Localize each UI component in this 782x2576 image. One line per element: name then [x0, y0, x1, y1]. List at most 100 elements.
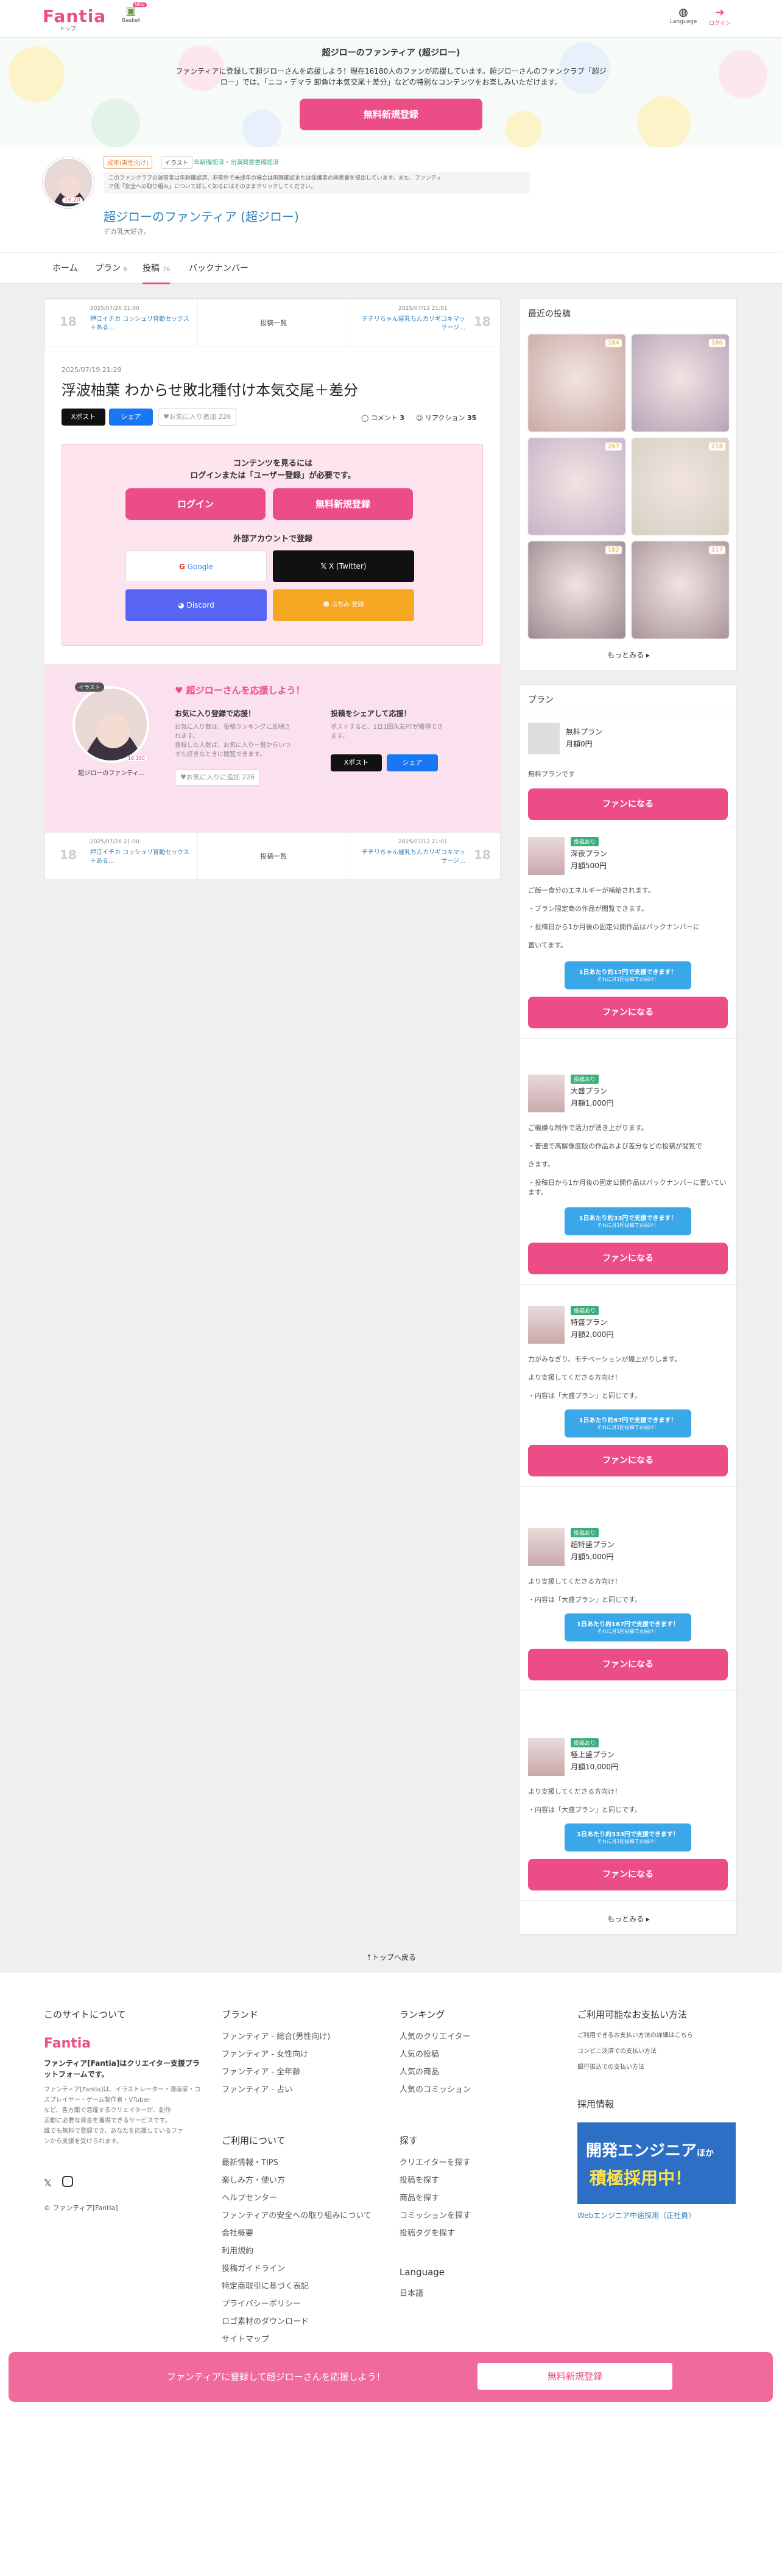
- footer-link[interactable]: コンビニ決済での支払い方法: [577, 2044, 742, 2060]
- recent-post-thumbnail[interactable]: 180: [632, 334, 729, 432]
- footer-link[interactable]: ファンティアの安全への取り組みについて: [222, 2207, 380, 2225]
- recent-more-link[interactable]: もっとみる ▸: [520, 650, 738, 660]
- footer-link[interactable]: 投稿タグを探す: [400, 2225, 558, 2242]
- support-creator-name[interactable]: 超ジローのファンティ…: [69, 768, 154, 777]
- footer-link[interactable]: クリエイターを探す: [400, 2154, 558, 2172]
- cta-register-button[interactable]: 無料新規登録: [477, 2363, 672, 2390]
- jobs-link[interactable]: Webエンジニア中途採用（正社員）: [577, 2210, 742, 2220]
- support-x-post-button[interactable]: Xポスト: [331, 754, 382, 771]
- creator-name[interactable]: 超ジローのファンティア (超ジロー): [104, 207, 299, 225]
- facebook-share-button[interactable]: シェア: [109, 409, 153, 426]
- footer-link[interactable]: 商品を探す: [400, 2189, 558, 2207]
- top-label[interactable]: トップ: [60, 24, 76, 32]
- discord-login-button[interactable]: ◕ Discord: [125, 589, 267, 621]
- footer-link[interactable]: 人気の商品: [400, 2063, 558, 2081]
- plan-description-line: ・プラン限定商の作品が閲覧できます。: [528, 905, 648, 913]
- prev-post-link[interactable]: 押江イチカ コッシュリ背動セックス＋ある…: [90, 849, 194, 866]
- plan-join-button[interactable]: ファンになる: [528, 1243, 728, 1274]
- footer-link[interactable]: サイトマップ: [222, 2331, 380, 2348]
- back-to-top-link[interactable]: ⇡トップへ戻る: [0, 1952, 782, 1962]
- recent-post-thumbnail[interactable]: 184: [528, 334, 625, 432]
- recent-title: 最近の投稿: [528, 309, 571, 319]
- tab-backnumber[interactable]: バックナンバー: [189, 253, 248, 284]
- points-badge: 184: [605, 339, 622, 347]
- footer-link[interactable]: ロゴ素材のダウンロード: [222, 2313, 380, 2331]
- plan-join-button[interactable]: ファンになる: [528, 997, 728, 1028]
- recent-post-thumbnail[interactable]: 218: [632, 438, 729, 535]
- support-facebook-share-button[interactable]: シェア: [387, 754, 438, 771]
- x-social-icon[interactable]: 𝕏: [44, 2177, 52, 2189]
- footer-link[interactable]: ファンティア - 女性向け: [222, 2046, 380, 2063]
- comment-count[interactable]: ◯ コメント 3: [361, 413, 404, 423]
- bonus-text: 1日あたり約167円で支援できます！: [577, 1621, 679, 1628]
- recent-post-thumbnail[interactable]: 267: [528, 438, 625, 535]
- footer-link[interactable]: 銀行振込での支払い方法: [577, 2060, 742, 2076]
- prev-post-link[interactable]: 押江イチカ コッシュリ背動セックス＋ある…: [90, 315, 194, 332]
- fav-text-line: でも好きなときに閲覧できます。: [175, 751, 266, 758]
- login-button-gate[interactable]: ログイン: [125, 488, 266, 520]
- plan-card: 投稿あり 特盛プラン 月額2,000円 力がみなぎり、モチベーションが爆上がりします。…: [520, 1306, 736, 1525]
- language-button[interactable]: ◍ Language: [670, 6, 697, 25]
- gate-line-2: ログインまたは「ユーザー登録」が必要です。: [190, 471, 356, 480]
- google-login-button[interactable]: G Google: [125, 550, 267, 582]
- plan-description-line: ・投稿日から1か月後の固定公開作品はバックナンバーに置いています。: [528, 1179, 727, 1196]
- footer-logo[interactable]: Fantia: [44, 2036, 91, 2051]
- footer-link[interactable]: 最新情報・TIPS: [222, 2154, 380, 2172]
- next-post-link[interactable]: チチリちゃん催乳ちんカリギコキマッサージ…: [362, 315, 465, 332]
- x-post-button[interactable]: Xポスト: [62, 409, 105, 426]
- prev-post-date: 2025/07/26 21:00: [90, 306, 139, 312]
- other-login-button[interactable]: ☻ ぷちみ 登録: [273, 589, 414, 621]
- footer-link[interactable]: 日本語: [400, 2285, 558, 2303]
- plan-join-button[interactable]: ファンになる: [528, 1649, 728, 1680]
- post-list-link[interactable]: 投稿一覧: [197, 318, 350, 328]
- basket-button[interactable]: ▣ NEW Basket: [121, 2, 147, 24]
- next-post-link[interactable]: チチリちゃん催乳ちんカリギコキマッサージ…: [362, 849, 465, 866]
- recent-post-thumbnail[interactable]: 217: [632, 541, 729, 639]
- tab-plans[interactable]: プラン 6: [95, 253, 127, 284]
- footer-link[interactable]: ヘルプセンター: [222, 2189, 380, 2207]
- footer-link[interactable]: ファンティア - 総合(男性向け): [222, 2028, 380, 2046]
- footer-link[interactable]: 利用規約: [222, 2242, 380, 2260]
- instagram-icon[interactable]: [62, 2176, 73, 2187]
- notice-line-2[interactable]: ア側「安全への取り組み」について詳しく知るにはそのままクリックしてください。: [108, 183, 525, 191]
- footer-link[interactable]: ファンティア - 占い: [222, 2081, 380, 2099]
- login-button[interactable]: ➔ ログイン: [706, 6, 733, 27]
- banner-register-button[interactable]: 無料新規登録: [300, 99, 482, 130]
- plan-description-line: ご機嫌な制作で活力が湧き上がります。: [528, 1124, 648, 1132]
- tag-illust[interactable]: イラスト: [161, 156, 192, 169]
- tag-adult[interactable]: 成年(男性向け): [104, 156, 152, 169]
- footer-link[interactable]: 投稿ガイドライン: [222, 2260, 380, 2278]
- r18-icon: 18: [60, 848, 77, 862]
- footer-link[interactable]: コミッションを探す: [400, 2207, 558, 2225]
- reaction-count[interactable]: ☺ リアクション 35: [416, 413, 476, 423]
- tab-posts[interactable]: 投稿 76: [143, 253, 171, 284]
- fantia-logo[interactable]: Fantia: [43, 6, 106, 26]
- recent-post-thumbnail[interactable]: 182: [528, 541, 625, 639]
- favorite-button[interactable]: ♥お気に入り追加 226: [158, 409, 237, 426]
- bonus-banner: 1日あたり約33円で支援できます！ それに月1回投稿でお届け！: [565, 1207, 691, 1235]
- site-header: Fantia トップ ▣ NEW Basket ◍ Language ➔ ログイ…: [0, 0, 782, 38]
- post-list-link[interactable]: 投稿一覧: [197, 851, 350, 861]
- support-avatar[interactable]: [72, 686, 149, 763]
- support-favorite-button[interactable]: ♥お気に入りに追加 226: [175, 769, 261, 786]
- footer-link[interactable]: 投稿を探す: [400, 2172, 558, 2189]
- footer-link[interactable]: 楽しみ方・使い方: [222, 2172, 380, 2189]
- support-heading: ♥ 超ジローさんを応援しよう！: [175, 685, 305, 696]
- footer-link[interactable]: ご利用できるお支払い方法の詳細はこちら: [577, 2028, 742, 2044]
- footer-link[interactable]: 人気のクリエイター: [400, 2028, 558, 2046]
- plan-join-button[interactable]: ファンになる: [528, 1445, 728, 1476]
- tab-home[interactable]: ホーム: [52, 253, 78, 284]
- register-button-gate[interactable]: 無料新規登録: [273, 488, 413, 520]
- footer-link[interactable]: 会社概要: [222, 2225, 380, 2242]
- jobs-banner[interactable]: 開発エンジニアほか 積極採用中！: [577, 2122, 736, 2204]
- footer-link[interactable]: 人気の投稿: [400, 2046, 558, 2063]
- footer-link[interactable]: プライバシーポリシー: [222, 2295, 380, 2313]
- footer-link[interactable]: 人気のコミッション: [400, 2081, 558, 2099]
- plan-join-button[interactable]: ファンになる: [528, 1859, 728, 1890]
- footer-link[interactable]: 特定商取引に基づく表記: [222, 2278, 380, 2295]
- x-login-button[interactable]: 𝕏 X (Twitter): [273, 550, 414, 582]
- plan-description-line: より支援してくださる方向け！: [528, 1374, 622, 1381]
- footer-link[interactable]: ファンティア - 全年齢: [222, 2063, 380, 2081]
- free-plan-join-button[interactable]: ファンになる: [528, 788, 728, 820]
- plans-more-link[interactable]: もっとみる ▸: [520, 1914, 738, 1924]
